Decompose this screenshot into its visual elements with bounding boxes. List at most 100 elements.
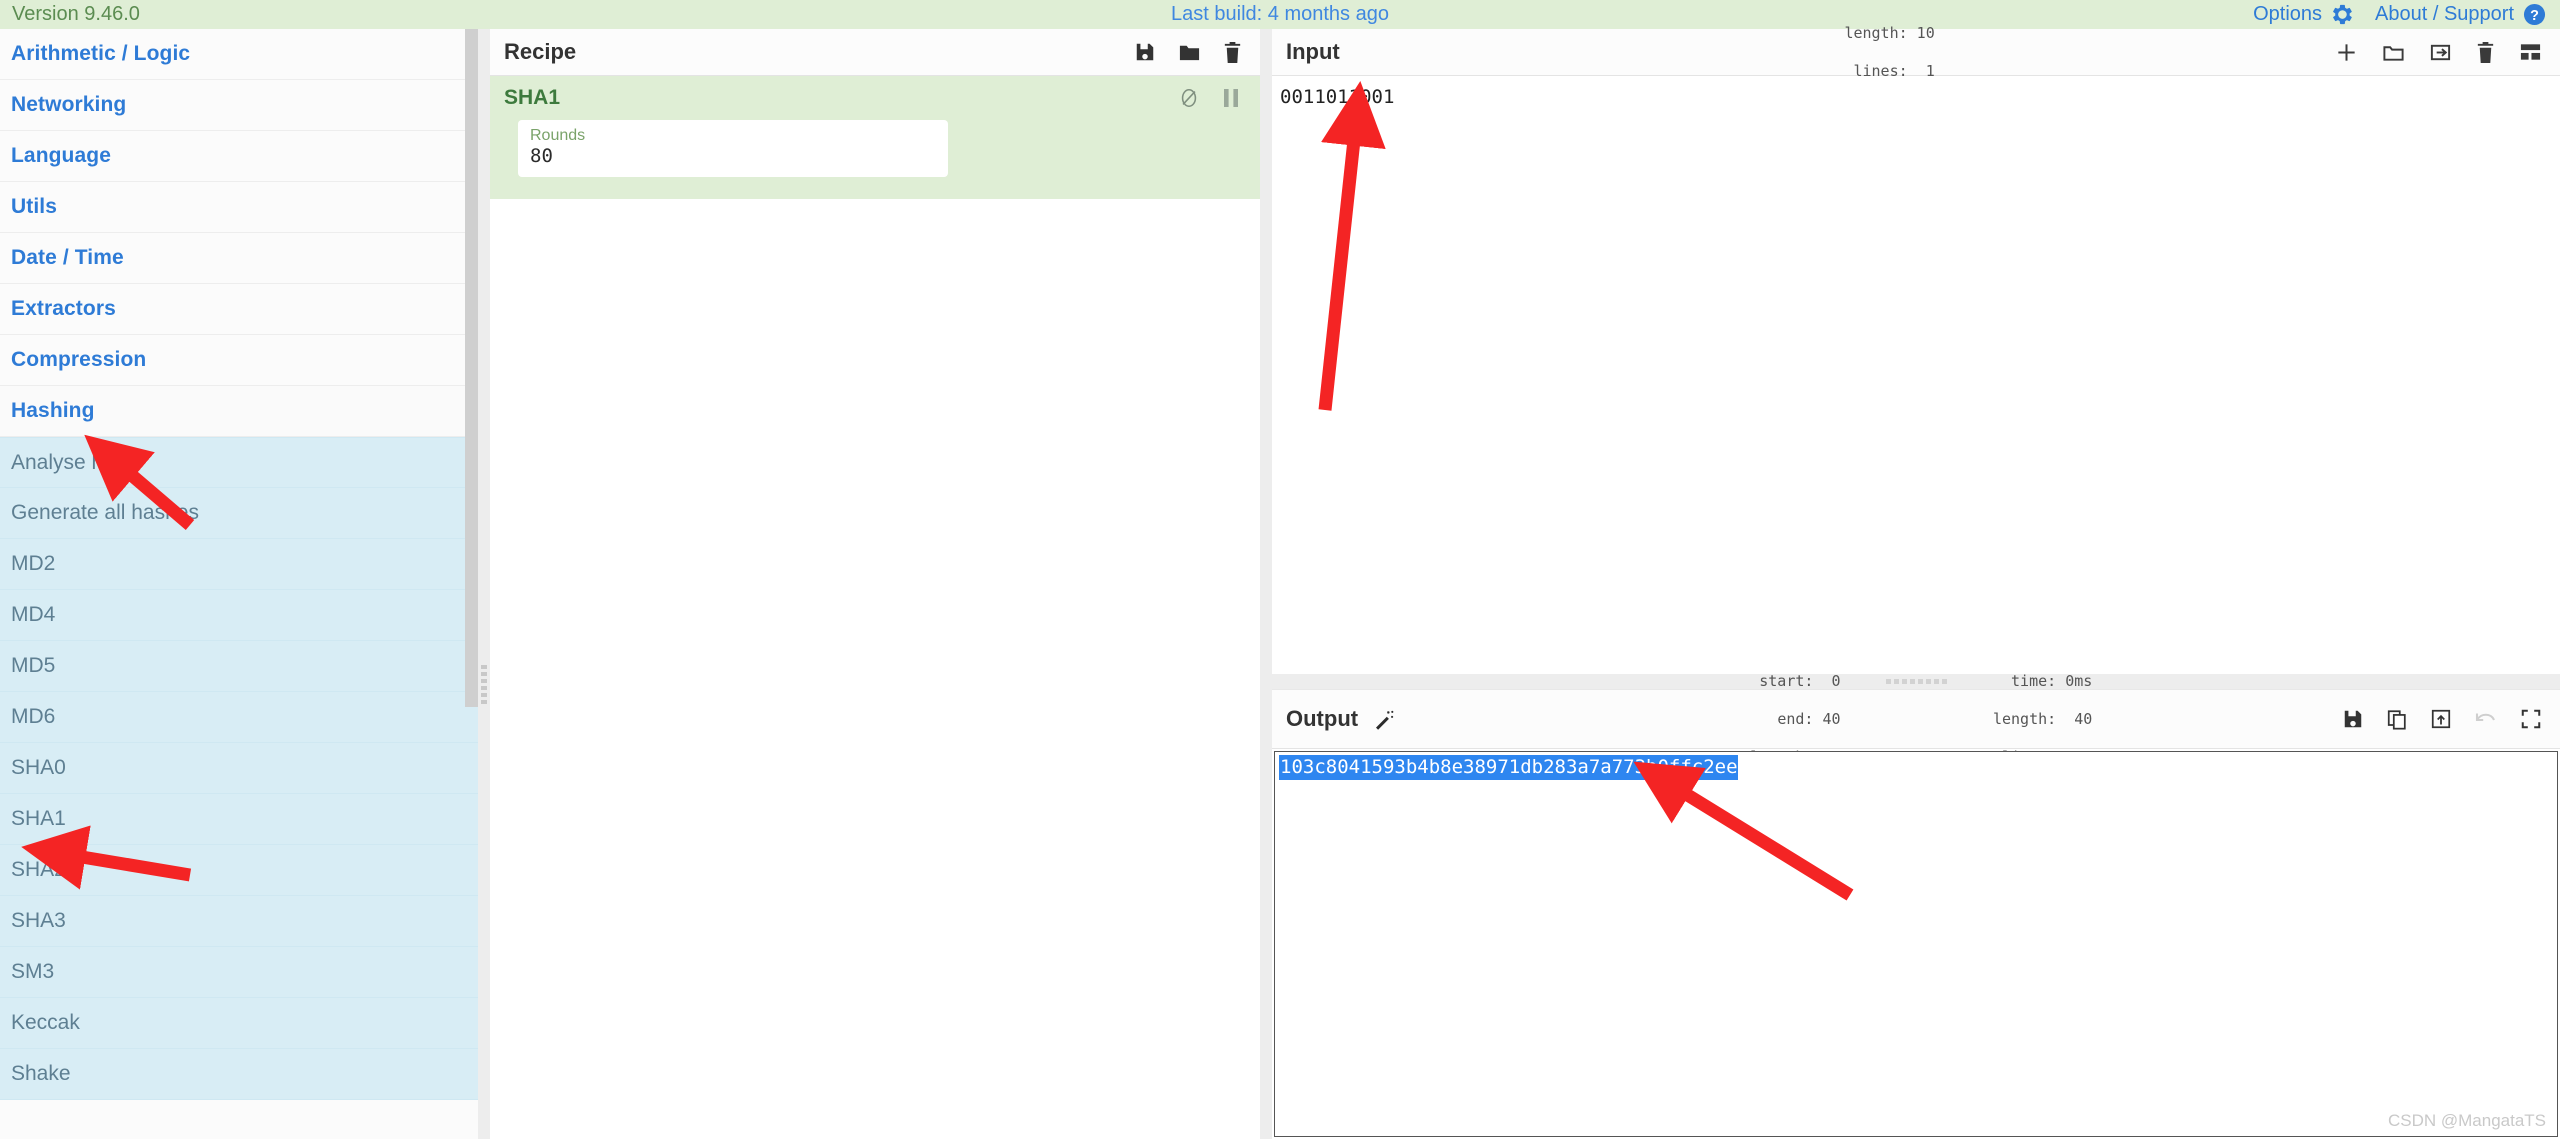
magic-wand-icon[interactable] — [1372, 707, 1396, 731]
sidebar-operation-label: SM3 — [11, 960, 55, 983]
io-panel: Input length: 10 lines: 1 0011011001 Out… — [1272, 24, 2560, 1139]
sidebar-operation-analyse-hash[interactable]: Analyse hash — [0, 437, 490, 488]
watermark: CSDN @MangataTS — [2387, 1111, 2546, 1130]
recipe-panel: Recipe SHA1 Rounds 80 — [490, 29, 1260, 1139]
replace-input-icon[interactable] — [2430, 708, 2452, 730]
sidebar-operation-label: SHA1 — [11, 807, 66, 830]
input-title: Input — [1286, 39, 1340, 64]
cyberchef-app: Version 9.46.0 Last build: 4 months ago … — [0, 0, 2560, 1139]
sidebar-category-label: Utils — [11, 195, 58, 218]
sidebar-operation-label: Keccak — [11, 1011, 80, 1034]
sidebar-category-networking[interactable]: Networking — [0, 80, 490, 131]
folder-open-icon[interactable] — [2382, 41, 2405, 64]
save-output-icon[interactable] — [2342, 708, 2364, 730]
pause-icon[interactable] — [1222, 87, 1240, 109]
recipe-title-bar: Recipe — [490, 29, 1260, 76]
input-title-bar: Input length: 10 lines: 1 — [1272, 24, 2560, 80]
sidebar-operation-label: SHA2 — [11, 858, 66, 881]
input-stats: length: 10 lines: 1 — [1718, 5, 1957, 100]
sidebar-operation-label: Analyse hash — [11, 450, 138, 474]
sidebar-category-compression[interactable]: Compression — [0, 335, 490, 386]
hashing-operation-list: Analyse hash Generate all hashes MD2 MD4 MD5… — [0, 437, 490, 1100]
sidebar-category-label: Compression — [11, 348, 147, 371]
sidebar-operation-label: Shake — [11, 1062, 71, 1085]
sidebar-category-label: Hashing — [11, 399, 95, 422]
help-icon[interactable]: ? — [2523, 3, 2546, 26]
sidebar-resize-handle[interactable] — [478, 29, 490, 1139]
sidebar-operation-shake[interactable]: Shake — [0, 1049, 490, 1100]
input-panel: Input length: 10 lines: 1 0011011001 — [1272, 24, 2560, 674]
output-title-bar: Output start: 0 end: 40 time: 0ms length… — [1272, 672, 2560, 766]
load-recipe-folder-icon[interactable] — [1178, 41, 1201, 64]
output-panel: Output start: 0 end: 40 time: 0ms length… — [1272, 672, 2560, 1139]
save-recipe-icon[interactable] — [1134, 41, 1156, 63]
sidebar-category-arithmetic-logic[interactable]: Arithmetic / Logic — [0, 29, 490, 80]
sidebar-operation-md6[interactable]: MD6 — [0, 692, 490, 743]
sidebar-category-label: Networking — [11, 93, 127, 116]
recipe-operation-list[interactable]: SHA1 Rounds 80 — [490, 76, 1260, 1139]
recipe-arguments: Rounds 80 — [490, 120, 1260, 177]
sidebar-category-label: Date / Time — [11, 246, 124, 269]
add-input-tab-icon[interactable] — [2335, 41, 2358, 64]
sidebar-category-utils[interactable]: Utils — [0, 182, 490, 233]
sidebar-operation-generate-all-hashes[interactable]: Generate all hashes — [0, 488, 490, 539]
rounds-input[interactable]: 80 — [530, 145, 936, 168]
sidebar-operation-label: Generate all hashes — [11, 501, 199, 524]
sidebar-category-date-time[interactable]: Date / Time — [0, 233, 490, 284]
sidebar-category-label: Language — [11, 144, 111, 167]
top-banner: Version 9.46.0 Last build: 4 months ago … — [0, 0, 2560, 29]
clear-input-trash-icon[interactable] — [2476, 41, 2495, 64]
sidebar-operation-md4[interactable]: MD4 — [0, 590, 490, 641]
sidebar-operation-sha0[interactable]: SHA0 — [0, 743, 490, 794]
sidebar-operation-sha2[interactable]: SHA2 — [0, 845, 490, 896]
output-hash-value[interactable]: 103c8041593b4b8e38971db283a7a773b0ffc2ee — [1279, 755, 1738, 780]
resize-grip-icon — [481, 665, 487, 704]
svg-text:?: ? — [2530, 8, 2539, 24]
sidebar-operation-md2[interactable]: MD2 — [0, 539, 490, 590]
output-end-label: end: 40 — [1777, 709, 1841, 728]
open-file-icon[interactable] — [2429, 41, 2452, 64]
sidebar-operation-keccak[interactable]: Keccak — [0, 998, 490, 1049]
sidebar-operation-sha1[interactable]: SHA1 — [0, 794, 490, 845]
output-start-label: start: 0 — [1759, 671, 1841, 690]
operations-sidebar[interactable]: Arithmetic / Logic Networking Language Util… — [0, 29, 490, 1139]
clear-recipe-trash-icon[interactable] — [1223, 41, 1242, 64]
sidebar-operation-label: MD5 — [11, 654, 56, 677]
input-lines-label: lines: 1 — [1853, 61, 1935, 80]
recipe-operation-header: SHA1 — [490, 76, 1260, 120]
sidebar-category-extractors[interactable]: Extractors — [0, 284, 490, 335]
sidebar-category-language[interactable]: Language — [0, 131, 490, 182]
tabs-layout-icon[interactable] — [2519, 42, 2542, 62]
rounds-field[interactable]: Rounds 80 — [518, 120, 948, 177]
category-list: Arithmetic / Logic Networking Language Util… — [0, 29, 490, 437]
maximise-output-icon[interactable] — [2520, 708, 2542, 730]
output-time-label: time: 0ms — [2011, 671, 2093, 690]
sidebar-operation-label: SHA3 — [11, 909, 66, 932]
sidebar-category-label: Extractors — [11, 297, 116, 320]
sidebar-operation-sha3[interactable]: SHA3 — [0, 896, 490, 947]
disable-icon[interactable] — [1178, 87, 1200, 109]
sidebar-scrollbar[interactable] — [465, 29, 478, 707]
input-textarea[interactable]: 0011011001 — [1272, 76, 2560, 674]
gear-icon[interactable] — [2331, 3, 2354, 26]
rounds-label: Rounds — [530, 127, 586, 144]
undo-icon[interactable] — [2474, 708, 2498, 730]
recipe-title: Recipe — [504, 39, 577, 64]
copy-output-icon[interactable] — [2386, 708, 2408, 731]
recipe-operation-name: SHA1 — [504, 86, 561, 109]
input-length-label: length: 10 — [1844, 23, 1935, 42]
last-build-label: Last build: 4 months ago — [1171, 3, 1389, 25]
app-body: Arithmetic / Logic Networking Language Util… — [0, 24, 2560, 1139]
sidebar-operation-md5[interactable]: MD5 — [0, 641, 490, 692]
about-support-button[interactable]: About / Support — [2375, 3, 2514, 26]
sidebar-operation-label: MD2 — [11, 552, 56, 575]
sidebar-operation-label: MD6 — [11, 705, 56, 728]
options-button[interactable]: Options — [2253, 3, 2322, 26]
sidebar-category-hashing[interactable]: Hashing — [0, 386, 490, 437]
output-textarea[interactable]: 103c8041593b4b8e38971db283a7a773b0ffc2ee — [1274, 751, 2558, 1137]
output-length-label: length: 40 — [1992, 709, 2093, 728]
sidebar-operation-sm3[interactable]: SM3 — [0, 947, 490, 998]
recipe-resize-handle[interactable] — [1260, 29, 1272, 1139]
output-title: Output — [1286, 706, 1359, 731]
recipe-operation-sha1[interactable]: SHA1 Rounds 80 — [490, 76, 1260, 199]
